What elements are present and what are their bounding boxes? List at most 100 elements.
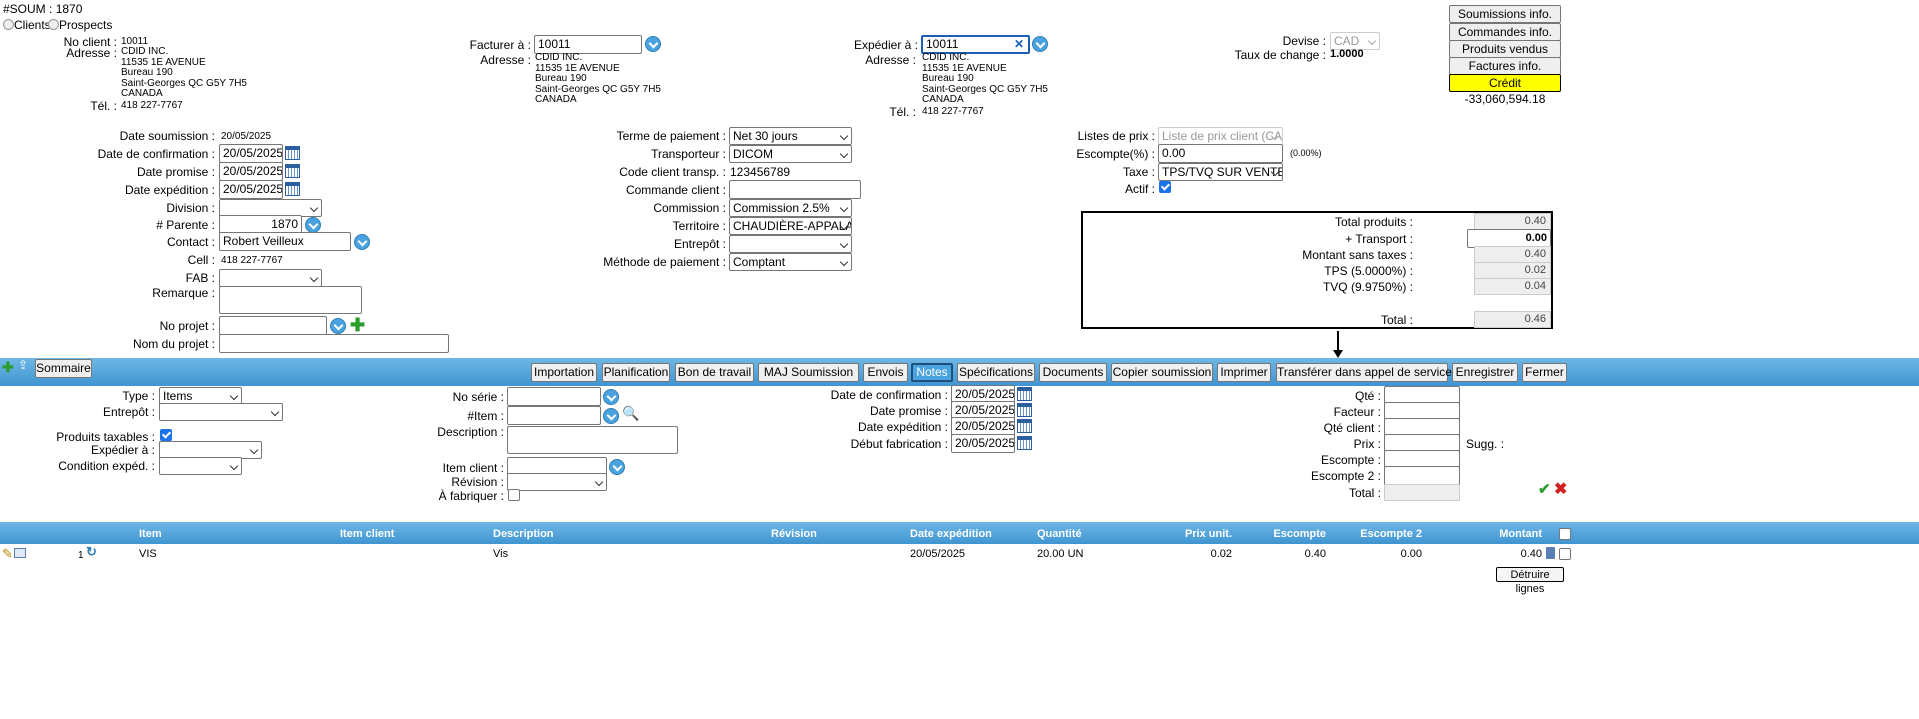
nom-projet-input[interactable] [219, 334, 449, 353]
confirm-icon[interactable]: ✔ [1538, 480, 1551, 498]
sommaire-button[interactable]: Sommaire [35, 359, 92, 378]
fab-select[interactable] [219, 269, 322, 287]
row-checkbox[interactable] [1559, 548, 1571, 560]
qte-label: Qté : [1354, 389, 1381, 403]
commission-select[interactable]: Commission 2.5% [729, 199, 852, 217]
commandes-info-button[interactable]: Commandes info. [1449, 23, 1561, 41]
planification-button[interactable]: Planification [602, 363, 670, 382]
territoire-select[interactable]: CHAUDIÈRE-APPALAC [729, 217, 852, 235]
clients-radio[interactable] [3, 19, 14, 30]
search-icon[interactable]: 🔍 [622, 405, 639, 422]
terme-select[interactable]: Net 30 jours [729, 127, 852, 145]
produits-vendus-button[interactable]: Produits vendus [1449, 40, 1561, 58]
no-serie-dropdown-icon[interactable] [603, 389, 619, 405]
col-item-client[interactable]: Item client [340, 528, 394, 540]
escompte-input[interactable]: 0.00 [1158, 144, 1283, 163]
select-all-checkbox[interactable] [1559, 528, 1571, 540]
factures-info-button[interactable]: Factures info. [1449, 57, 1561, 75]
client-address: CDID INC. 11535 1E AVENUE Bureau 190 Saint-… [121, 46, 247, 100]
taxe-select[interactable]: TPS/TVQ SUR VENTES [1158, 163, 1283, 181]
detruire-lignes-button[interactable]: Détruire lignes [1496, 567, 1564, 595]
notes-button[interactable]: Notes [911, 363, 953, 382]
item-dropdown-icon[interactable] [603, 408, 619, 424]
shipping-dropdown-icon[interactable] [1032, 36, 1048, 52]
col-date-expedition[interactable]: Date expédition [910, 528, 992, 540]
cancel-icon[interactable]: ✖ [1554, 479, 1567, 499]
col-revision[interactable]: Révision [771, 528, 817, 540]
fermer-button[interactable]: Fermer [1522, 363, 1567, 382]
no-projet-dropdown-icon[interactable] [330, 318, 346, 334]
trash-icon[interactable] [1546, 547, 1555, 559]
item-input[interactable] [507, 406, 601, 425]
a-fabriquer-checkbox[interactable] [508, 489, 520, 501]
specifications-button[interactable]: Spécifications [957, 363, 1035, 382]
edit-icon[interactable]: ✎ [2, 546, 13, 562]
credit-button[interactable]: Crédit -33,060,594.18 [1449, 74, 1561, 106]
debut-fab-input[interactable]: 20/05/2025 [951, 434, 1015, 453]
date-expedition-input[interactable]: 20/05/2025 [219, 180, 283, 199]
parente-dropdown-icon[interactable] [305, 217, 321, 233]
col-montant[interactable]: Montant [1499, 528, 1542, 540]
plus-icon[interactable]: ✚ [350, 316, 365, 334]
remarque-textarea[interactable] [219, 286, 362, 314]
code-transp-value: 123456789 [730, 165, 791, 179]
item-client-label: Item client : [442, 461, 504, 475]
refresh-icon[interactable]: ↻ [86, 544, 97, 560]
line-escompte2-input[interactable] [1384, 466, 1460, 485]
calendar-icon[interactable] [1017, 403, 1032, 417]
methode-select[interactable]: Comptant [729, 253, 852, 271]
envois-button[interactable]: Envois [863, 363, 908, 382]
importation-button[interactable]: Importation [531, 363, 597, 382]
revision-select[interactable] [507, 473, 607, 491]
calendar-icon[interactable] [285, 182, 300, 196]
calendar-icon[interactable] [285, 164, 300, 178]
contact-input[interactable]: Robert Veilleux [219, 232, 351, 251]
soumissions-info-button[interactable]: Soumissions info. [1449, 5, 1561, 23]
clear-icon[interactable]: ✕ [1014, 37, 1024, 52]
col-quantite[interactable]: Quantité [1037, 528, 1082, 540]
copier-soumission-button[interactable]: Copier soumission [1111, 363, 1213, 382]
enregistrer-button[interactable]: Enregistrer [1452, 363, 1518, 382]
calendar-icon[interactable] [285, 146, 300, 160]
calendar-icon[interactable] [1017, 419, 1032, 433]
date-promise-input[interactable]: 20/05/2025 [219, 162, 283, 181]
sugg-label: Sugg. : [1466, 437, 1505, 451]
no-projet-input[interactable] [219, 316, 327, 335]
date-confirmation-input[interactable]: 20/05/2025 [219, 144, 283, 163]
bon-de-travail-button[interactable]: Bon de travail [675, 363, 754, 382]
documents-button[interactable]: Documents [1039, 363, 1107, 382]
add-line-icon[interactable]: ✚ [2, 359, 14, 376]
line-total-label: Total : [1348, 486, 1381, 500]
produits-taxables-checkbox[interactable] [160, 429, 172, 441]
col-prix-unit[interactable]: Prix unit. [1185, 528, 1232, 540]
imprimer-button[interactable]: Imprimer [1217, 363, 1271, 382]
actif-checkbox[interactable] [1159, 181, 1171, 193]
division-label: Division : [166, 201, 215, 215]
transporteur-select[interactable]: DICOM [729, 145, 852, 163]
item-client-dropdown-icon[interactable] [609, 459, 625, 475]
import-icon[interactable]: ⇪ [18, 358, 28, 372]
col-description[interactable]: Description [493, 528, 554, 540]
entrepot-select[interactable] [729, 235, 852, 253]
calendar-icon[interactable] [1017, 387, 1032, 401]
listes-prix-select[interactable]: Liste de prix client (CAD [1158, 127, 1283, 145]
col-item[interactable]: Item [139, 528, 162, 540]
col-escompte2[interactable]: Escompte 2 [1360, 528, 1422, 540]
tvq-value: 0.04 [1474, 278, 1551, 295]
cell-escompte2: 0.00 [1400, 548, 1422, 560]
line-entrepot-select[interactable] [159, 403, 283, 421]
billing-dropdown-icon[interactable] [645, 36, 661, 52]
rate-label: Taux de change : [1234, 48, 1326, 62]
col-escompte[interactable]: Escompte [1273, 528, 1326, 540]
description-textarea[interactable] [507, 426, 678, 454]
parente-label: # Parente : [156, 218, 215, 232]
contact-dropdown-icon[interactable] [354, 234, 370, 250]
calendar-icon[interactable] [1017, 436, 1032, 450]
transferer-button[interactable]: Transférer dans appel de service [1276, 363, 1452, 382]
copy-icon[interactable] [14, 548, 26, 558]
condition-select[interactable] [159, 457, 242, 475]
prospects-radio[interactable] [48, 19, 59, 30]
commande-input[interactable] [729, 180, 861, 199]
no-serie-input[interactable] [507, 387, 601, 406]
maj-soumission-button[interactable]: MAJ Soumission [758, 363, 859, 382]
